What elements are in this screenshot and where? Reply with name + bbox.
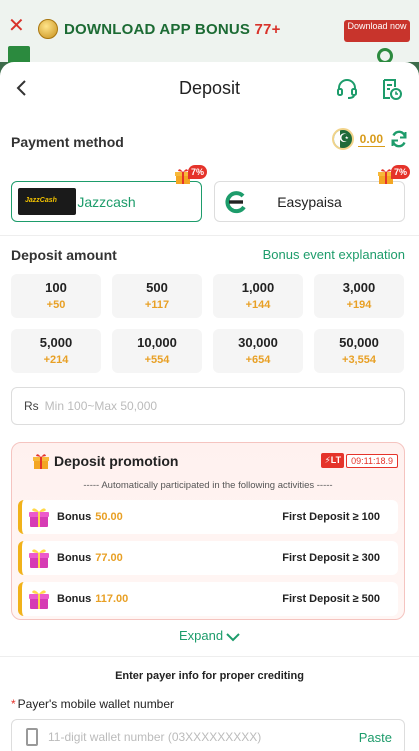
wallet-number-input[interactable] [48, 730, 338, 744]
payment-method-name: Jazzcash [77, 193, 136, 210]
balance-display: 0.00 [331, 128, 409, 150]
paste-button[interactable]: Paste [359, 730, 392, 745]
banner-text: DOWNLOAD APP BONUS 77+ [64, 21, 281, 38]
download-banner: ✕ DOWNLOAD APP BONUS 77+ Download now [0, 0, 419, 64]
wallet-number-box: Paste [11, 719, 405, 751]
download-now-button[interactable]: Download now [344, 20, 410, 42]
chevron-down-icon [226, 632, 240, 641]
sheet-header: Deposit [0, 62, 419, 114]
gift-box-icon [29, 549, 49, 568]
payment-method-label: Payment method [11, 134, 124, 150]
amount-option[interactable]: 1,000 +144 [213, 274, 303, 318]
deposit-amount-label: Deposit amount [11, 247, 117, 263]
pakistan-flag-icon [331, 128, 354, 150]
deposit-amount-input[interactable] [44, 399, 345, 413]
promotion-title: Deposit promotion [54, 453, 179, 469]
amount-option[interactable]: 5,000 +214 [11, 329, 101, 373]
bonus-badge: 7% [377, 165, 410, 185]
bonus-event-explanation-link[interactable]: Bonus event explanation [263, 247, 405, 262]
coin-icon [38, 19, 58, 39]
divider [0, 656, 419, 657]
promotion-item: Bonus 77.00 First Deposit ≥ 300 [18, 541, 398, 575]
divider [0, 235, 419, 236]
amount-option[interactable]: 3,000 +194 [314, 274, 404, 318]
deposit-amount-input-box: Rs [11, 387, 405, 425]
banner-close-icon[interactable]: ✕ [8, 16, 25, 36]
amount-option[interactable]: 100 +50 [11, 274, 101, 318]
headset-support-icon[interactable] [335, 77, 359, 101]
deposit-sheet: Deposit Payment method 0.00 JazzCash Jaz… [0, 62, 419, 751]
payment-method-name: Easypaisa [277, 193, 342, 210]
currency-label: Rs [24, 399, 39, 413]
payment-method-jazzcash[interactable]: JazzCash Jazzcash 7% [11, 165, 207, 222]
deposit-promotion-card: Deposit promotion ⚡LT 09:11:18.9 ----- A… [11, 442, 405, 620]
history-record-icon[interactable] [379, 77, 403, 101]
amount-option[interactable]: 50,000 +3,554 [314, 329, 404, 373]
wallet-number-label: * Payer's mobile wallet number [11, 697, 175, 711]
phone-icon [26, 728, 38, 746]
promotion-timer: ⚡LT 09:11:18.9 [321, 453, 398, 468]
refresh-icon[interactable] [389, 129, 409, 149]
payer-info-title: Enter payer info for proper crediting [115, 670, 304, 682]
promotion-item: Bonus 50.00 First Deposit ≥ 100 [18, 500, 398, 534]
amount-option[interactable]: 30,000 +654 [213, 329, 303, 373]
amount-option[interactable]: 500 +117 [112, 274, 202, 318]
countdown: 09:11:18.9 [346, 453, 398, 468]
gift-box-icon [29, 590, 49, 609]
gift-icon [33, 454, 49, 469]
limited-time-badge: ⚡LT [321, 453, 345, 468]
amount-option[interactable]: 10,000 +554 [112, 329, 202, 373]
promotion-subtitle: ----- Automatically participated in the … [83, 480, 333, 491]
gift-box-icon [29, 508, 49, 527]
payment-method-easypaisa[interactable]: Easypaisa 7% [214, 165, 410, 222]
balance-value: 0.00 [357, 131, 385, 147]
expand-button[interactable]: Expand [0, 628, 419, 643]
bonus-badge: 7% [174, 165, 207, 185]
promotion-item: Bonus 117.00 First Deposit ≥ 500 [18, 582, 398, 616]
